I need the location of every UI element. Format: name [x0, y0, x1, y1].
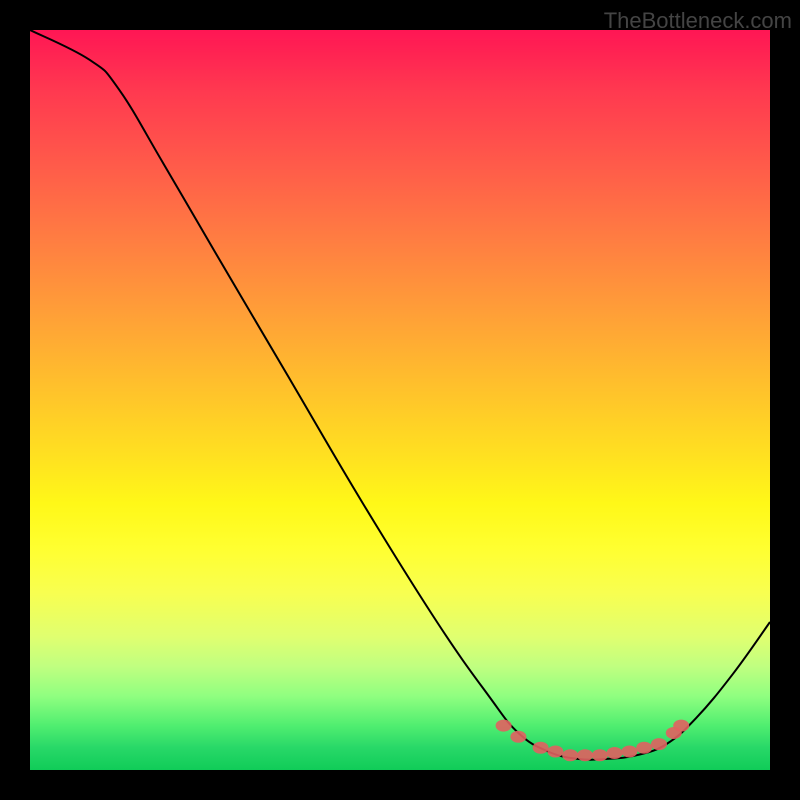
data-dot: [562, 749, 578, 761]
dots-group: [496, 720, 690, 762]
data-dot: [621, 746, 637, 758]
data-dot: [607, 747, 623, 759]
data-dot: [651, 738, 667, 750]
data-dot: [496, 720, 512, 732]
chart-container: [30, 30, 770, 770]
data-dot: [592, 749, 608, 761]
watermark-text: TheBottleneck.com: [604, 8, 792, 34]
data-dot: [636, 742, 652, 754]
chart-svg: [30, 30, 770, 770]
data-dot: [577, 749, 593, 761]
curve-line: [30, 30, 770, 760]
data-dot: [533, 742, 549, 754]
data-dot: [673, 720, 689, 732]
data-dot: [547, 746, 563, 758]
data-dot: [510, 731, 526, 743]
